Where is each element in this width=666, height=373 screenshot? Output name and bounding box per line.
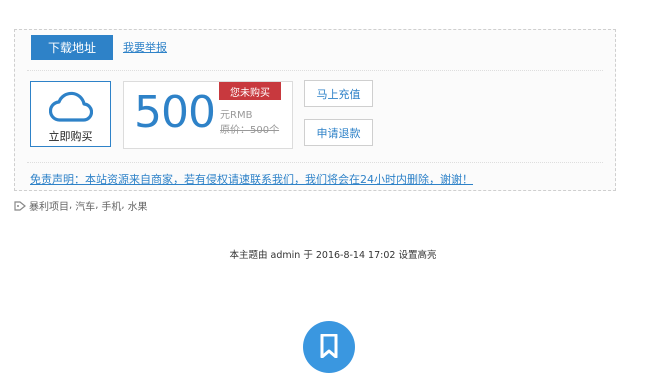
buy-now-label: 立即购买 — [48, 130, 93, 143]
price-box: 500 您未购买 元RMB 原价：500个 — [123, 81, 293, 149]
price-value: 500 — [134, 87, 216, 138]
tags-row: 暴利项目, 汽车, 手机, 水果 — [14, 198, 148, 213]
download-button[interactable]: 下载地址 — [31, 35, 113, 60]
tag-icon — [14, 200, 26, 211]
bookmark-icon — [320, 334, 338, 358]
cloud-icon — [49, 91, 93, 122]
tag-separator: , — [121, 200, 125, 211]
tag-item[interactable]: 手机 — [101, 198, 121, 213]
disclaimer-link[interactable]: 免责声明：本站资源来自商家，若有侵权请速联系我们，我们将会在24小时内删除，谢谢… — [30, 171, 473, 187]
recharge-button[interactable]: 马上充值 — [304, 80, 373, 107]
tag-separator: , — [69, 200, 73, 211]
divider — [27, 162, 603, 163]
status-badge: 您未购买 — [219, 82, 281, 100]
highlight-notice: 本主题由 admin 于 2016-8-14 17:02 设置高亮 — [229, 250, 437, 261]
report-link[interactable]: 我要举报 — [123, 39, 167, 55]
tag-item[interactable]: 水果 — [128, 198, 148, 213]
refund-button[interactable]: 申请退款 — [304, 119, 373, 146]
divider — [27, 70, 603, 71]
tag-item[interactable]: 暴利项目 — [29, 198, 69, 213]
original-price: 原价：500个 — [220, 125, 280, 136]
tag-item[interactable]: 汽车 — [75, 198, 95, 213]
buy-now-button[interactable]: 立即购买 — [30, 81, 111, 147]
tag-separator: , — [95, 200, 99, 211]
price-unit: 元RMB — [220, 110, 253, 121]
favorite-button[interactable] — [303, 321, 355, 373]
purchase-panel: 下载地址 我要举报 立即购买 500 您未购买 元RMB 原价：500个 马上充… — [14, 29, 616, 191]
